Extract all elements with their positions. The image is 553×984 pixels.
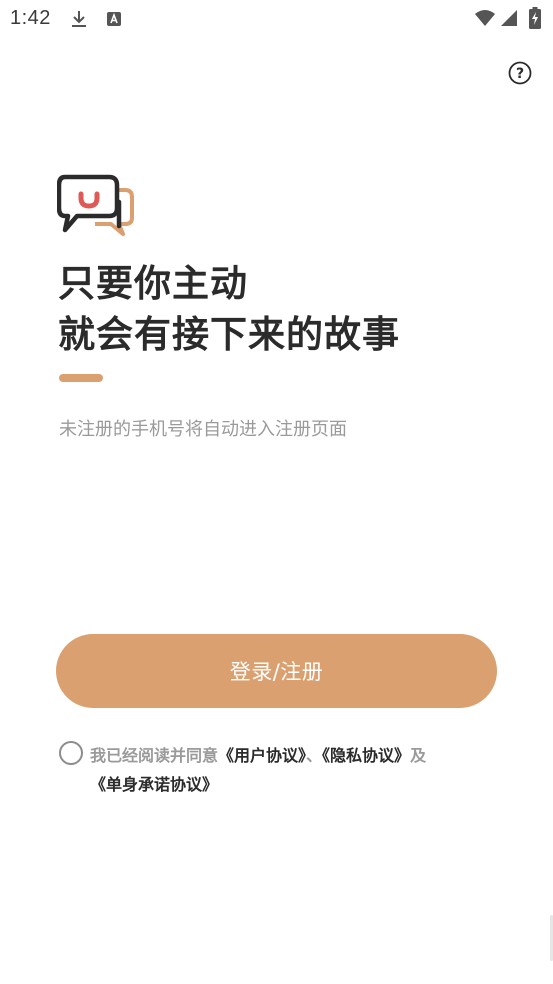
battery-charging-icon bbox=[529, 7, 541, 29]
privacy-agreement-link[interactable]: 《隐私协议》 bbox=[322, 746, 410, 765]
agreement-text: 我已经阅读并同意《用户协议》、《隐私协议》及 bbox=[90, 741, 510, 770]
login-register-button[interactable]: 登录/注册 bbox=[56, 634, 497, 708]
agreement-checkbox[interactable] bbox=[59, 741, 83, 765]
agreement-separator: 、 bbox=[306, 746, 323, 765]
headline-line-1: 只要你主动 bbox=[58, 262, 248, 305]
chat-bubbles-logo bbox=[57, 174, 134, 236]
status-time: 1:42 bbox=[10, 7, 51, 29]
download-icon bbox=[72, 11, 86, 27]
headline-line-2: 就会有接下来的故事 bbox=[58, 313, 400, 356]
agreement-and: 及 bbox=[410, 746, 427, 765]
signal-icon bbox=[501, 10, 517, 26]
help-icon[interactable]: ? bbox=[508, 61, 532, 85]
agreement-prefix: 我已经阅读并同意 bbox=[90, 746, 219, 765]
svg-text:?: ? bbox=[516, 66, 524, 82]
wifi-icon bbox=[475, 10, 495, 26]
accent-divider bbox=[59, 374, 103, 382]
single-agreement-link[interactable]: 《单身承诺协议》 bbox=[90, 770, 218, 799]
register-hint: 未注册的手机号将自动进入注册页面 bbox=[59, 419, 347, 440]
user-agreement-link[interactable]: 《用户协议》 bbox=[218, 746, 306, 765]
a-notification-icon bbox=[107, 12, 121, 26]
status-bar: 1:42 bbox=[0, 0, 553, 38]
